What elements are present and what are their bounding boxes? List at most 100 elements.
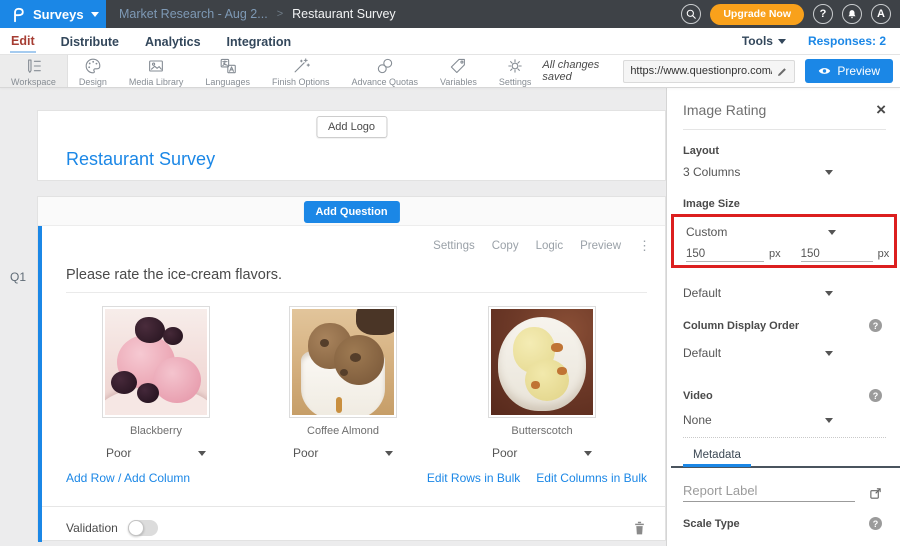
tab-metadata[interactable]: Metadata (683, 445, 751, 467)
image-style-dropdown[interactable]: Default (683, 286, 833, 300)
chevron-down-icon (825, 291, 833, 296)
delete-question-button[interactable] (632, 520, 647, 536)
edit-url-pencil-icon[interactable] (776, 65, 788, 77)
report-label-input[interactable] (683, 483, 855, 502)
image-width-input[interactable] (686, 248, 764, 262)
survey-canvas: Q1 Add Logo Restaurant Survey Add Questi… (0, 88, 666, 546)
external-link-icon[interactable] (869, 487, 882, 500)
column-label[interactable]: Blackberry (130, 425, 182, 437)
preview-button[interactable]: Preview (805, 59, 893, 83)
survey-url-input[interactable] (630, 65, 772, 77)
rating-dropdown[interactable]: Poor (492, 446, 592, 460)
column-label[interactable]: Coffee Almond (307, 425, 379, 437)
toolbar-item-languages[interactable]: Languages (194, 55, 261, 87)
rating-dropdown[interactable]: Poor (293, 446, 393, 460)
toolbar-item-settings[interactable]: Settings (488, 55, 543, 87)
section-divider (683, 437, 886, 438)
gear-icon (505, 56, 525, 76)
question-divider (66, 292, 647, 293)
questionpro-logo-icon (9, 6, 26, 23)
rating-column-butterscotch: Butterscotch Poor (452, 306, 632, 460)
help-button[interactable]: ? (813, 4, 833, 24)
surveys-menu[interactable]: Surveys (0, 0, 106, 28)
panel-divider (683, 129, 886, 130)
image-icon (146, 56, 166, 76)
column-order-dropdown[interactable]: Default (683, 346, 833, 360)
toolbar-item-workspace[interactable]: Workspace (0, 55, 68, 87)
toolbar-item-finish-options[interactable]: Finish Options (261, 55, 341, 87)
chevron-down-icon (91, 12, 99, 17)
top-bar: Surveys Market Research - Aug 2... > Res… (0, 0, 900, 28)
question-copy-link[interactable]: Copy (492, 240, 519, 252)
panel-title: Image Rating (683, 102, 766, 118)
toolbar-item-advance-quotas[interactable]: Advance Quotas (340, 55, 429, 87)
add-question-button[interactable]: Add Question (303, 201, 399, 223)
survey-header-card: Add Logo Restaurant Survey (37, 110, 666, 181)
nav-right: Tools Responses: 2 (742, 34, 890, 48)
add-logo-button[interactable]: Add Logo (316, 116, 387, 138)
avatar[interactable]: A (871, 4, 891, 24)
upgrade-now-button[interactable]: Upgrade Now (710, 4, 804, 25)
autosave-status: All changes saved (542, 59, 613, 83)
edit-columns-bulk-link[interactable]: Edit Columns in Bulk (536, 471, 647, 485)
coffee-almond-image[interactable] (289, 306, 397, 418)
image-size-label: Image Size (683, 198, 740, 210)
help-icon[interactable]: ? (869, 517, 882, 530)
close-icon[interactable]: × (876, 101, 886, 118)
tag-icon (448, 56, 468, 76)
help-icon[interactable]: ? (869, 319, 882, 332)
toolbar-item-design[interactable]: Design (68, 55, 118, 87)
chevron-down-icon (828, 230, 836, 235)
question-preview-link[interactable]: Preview (580, 240, 621, 252)
question-logic-link[interactable]: Logic (536, 240, 564, 252)
selected-question-indicator (38, 226, 42, 542)
validation-toggle[interactable] (128, 520, 158, 536)
row-column-links: Add Row / Add Column Edit Rows in Bulk E… (66, 471, 647, 485)
add-row-column-link[interactable]: Add Row / Add Column (66, 471, 190, 485)
butterscotch-image[interactable] (488, 306, 596, 418)
eye-icon (818, 66, 831, 76)
translate-icon (218, 56, 238, 76)
chevron-down-icon (825, 351, 833, 356)
toolbar-item-media-library[interactable]: Media Library (118, 55, 195, 87)
layout-dropdown[interactable]: 3 Columns (683, 165, 833, 179)
rating-dropdown[interactable]: Poor (106, 446, 206, 460)
tools-menu[interactable]: Tools (742, 34, 786, 48)
toolbar-item-variables[interactable]: Variables (429, 55, 488, 87)
brand-label: Surveys (33, 7, 84, 22)
responses-link[interactable]: Responses: 2 (808, 34, 886, 48)
scale-type-label: Scale Type (683, 518, 740, 530)
tab-distribute[interactable]: Distribute (60, 31, 120, 52)
edit-rows-bulk-link[interactable]: Edit Rows in Bulk (427, 471, 520, 485)
toolbar-right: All changes saved Preview (542, 55, 900, 87)
breadcrumb-folder[interactable]: Market Research - Aug 2... (119, 7, 268, 21)
question-body: Settings Copy Logic Preview ⋮ Please rat… (38, 226, 665, 542)
kebab-menu-icon[interactable]: ⋮ (638, 239, 651, 252)
tab-integration[interactable]: Integration (226, 31, 293, 52)
trash-icon (632, 520, 647, 536)
search-button[interactable] (681, 4, 701, 24)
tab-analytics[interactable]: Analytics (144, 31, 202, 52)
chevron-down-icon (385, 451, 393, 456)
column-display-order-label: Column Display Order (683, 320, 799, 332)
notifications-button[interactable] (842, 4, 862, 24)
editor-toolbar: Workspace Design Media Library Languages… (0, 55, 900, 88)
image-height-input[interactable] (801, 248, 873, 262)
layout-label: Layout (683, 145, 719, 157)
help-icon[interactable]: ? (869, 389, 882, 402)
video-dropdown[interactable]: None (683, 413, 833, 427)
survey-url-box (623, 60, 795, 83)
chevron-down-icon (584, 451, 592, 456)
breadcrumb-page: Restaurant Survey (292, 7, 396, 21)
question-settings-link[interactable]: Settings (433, 240, 475, 252)
column-label[interactable]: Butterscotch (511, 425, 572, 437)
tab-edit[interactable]: Edit (10, 30, 36, 53)
image-size-highlight-box: Custom px px (671, 214, 897, 268)
blackberry-image[interactable] (102, 306, 210, 418)
survey-title[interactable]: Restaurant Survey (66, 149, 215, 170)
question-text[interactable]: Please rate the ice-cream flavors. (66, 267, 282, 283)
rating-column-coffee-almond: Coffee Almond Poor (253, 306, 433, 460)
search-icon (685, 8, 697, 20)
image-size-mode-dropdown[interactable]: Custom (686, 225, 836, 239)
workspace-icon (23, 56, 43, 76)
